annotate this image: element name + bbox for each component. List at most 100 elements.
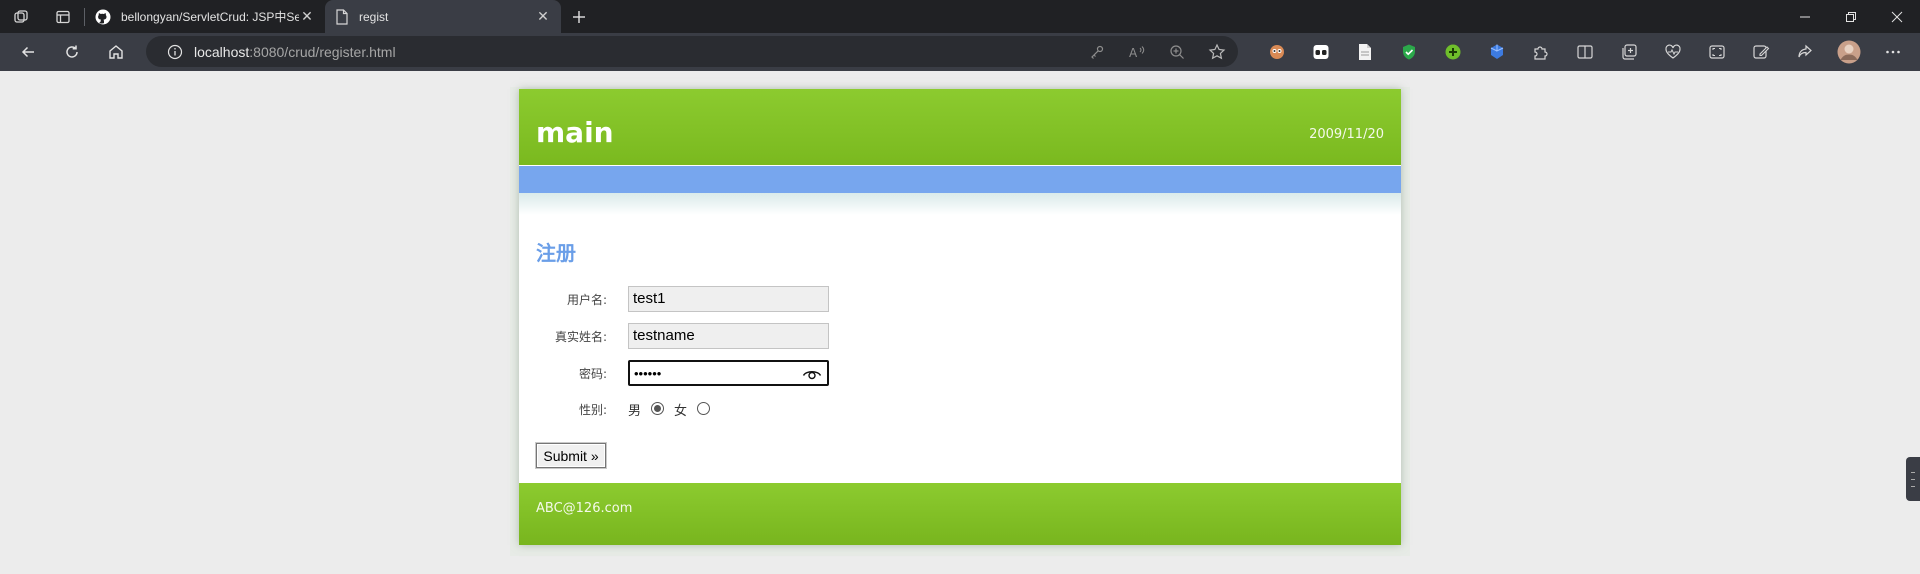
extension-face-icon [1270,45,1284,59]
close-icon[interactable]: ✕ [535,8,551,25]
extension-bar [1255,33,1915,71]
site-footer: ABC@126.com [519,483,1401,545]
tab-github[interactable]: bellongyan/ServletCrud: JSP中Se ✕ [85,0,325,33]
username-input[interactable]: test1 [628,286,829,312]
nav-bar [519,166,1401,193]
home-icon [109,45,123,59]
tab-regist[interactable]: regist ✕ [325,0,561,33]
workspaces-icon [14,9,28,23]
zoom-icon[interactable] [1168,43,1186,61]
workspaces-button[interactable] [0,0,42,33]
heart-pulse-icon [1665,44,1681,59]
realname-input[interactable]: testname [628,323,829,349]
profile-button[interactable] [1827,33,1871,71]
avatar [1837,40,1861,64]
address-bar[interactable]: localhost:8080/crud/register.html A [146,36,1238,67]
extension-plus-button[interactable] [1431,33,1475,71]
github-icon [95,9,111,24]
extension-glasses-button[interactable] [1299,33,1343,71]
site-info-button[interactable] [160,44,190,60]
window-controls [1782,0,1920,33]
gender-female-radio[interactable] [697,402,711,415]
url-path: :8080/crud/register.html [249,43,396,60]
side-panel-handle[interactable] [1906,457,1920,501]
username-label: 用户名: [566,293,607,307]
shield-check-icon [1403,44,1415,60]
password-label: 密码: [578,367,607,381]
refresh-button[interactable] [50,33,94,71]
tab-title: regist [359,9,389,24]
tab-actions-icon [56,10,70,23]
browser-essentials-button[interactable] [1651,33,1695,71]
site-title: main [536,116,614,149]
restore-button[interactable] [1828,0,1874,33]
password-row: 密码: •••••• [519,359,859,387]
submit-button[interactable]: Submit » [536,443,606,468]
browser-toolbar: localhost:8080/crud/register.html A [0,33,1920,71]
header-date: 2009/11/20 [1309,127,1384,142]
close-window-button[interactable] [1874,0,1920,33]
footer-email: ABC@126.com [536,501,633,516]
gender-label: 性别: [578,403,607,417]
content-container: main 2009/11/20 注册 用户名: test1 真实姓名: test… [519,89,1401,545]
close-icon[interactable]: ✕ [299,8,315,25]
home-button[interactable] [94,33,138,71]
form-title: 注册 [536,241,576,265]
web-capture-button[interactable] [1739,33,1783,71]
extensions-button[interactable] [1519,33,1563,71]
site-header: main 2009/11/20 [519,89,1401,165]
close-icon [1891,11,1903,22]
tab-title: bellongyan/ServletCrud: JSP中Se [121,10,299,24]
gender-female-label: 女 [674,404,688,419]
info-icon [167,44,183,59]
collections-button[interactable] [1607,33,1651,71]
username-row: 用户名: test1 [519,285,859,313]
extension-avatar-button[interactable] [1255,33,1299,71]
settings-menu-button[interactable] [1871,33,1915,71]
minimize-icon [1800,16,1810,17]
puzzle-icon [1534,46,1548,60]
gender-options: 男 女 [628,400,720,419]
split-screen-icon [1577,45,1593,59]
gender-male-label: 男 [628,404,642,419]
glasses-icon [1313,45,1329,59]
split-screen-button[interactable] [1563,33,1607,71]
share-icon [1798,44,1812,58]
password-value: •••••• [634,366,662,381]
share-button[interactable] [1783,33,1827,71]
more-dots-icon [1886,50,1900,54]
green-plus-icon [1445,44,1461,60]
screenshot-button[interactable] [1695,33,1739,71]
password-input[interactable]: •••••• [628,360,829,386]
restore-icon [1846,11,1856,22]
extension-shield-button[interactable] [1387,33,1431,71]
page-icon [336,8,348,25]
collections-icon [1622,44,1637,60]
url-text: localhost:8080/crud/register.html [194,44,396,60]
read-aloud-icon[interactable]: A [1128,43,1146,61]
arrow-left-icon [21,46,34,58]
tab-strip: bellongyan/ServletCrud: JSP中Se ✕ regist … [0,0,1920,33]
address-bar-actions: A [1088,36,1226,67]
blue-cube-icon [1490,44,1504,59]
key-icon[interactable] [1088,43,1106,61]
minimize-button[interactable] [1782,0,1828,33]
tab-actions-button[interactable] [42,0,84,33]
new-tab-button[interactable] [561,0,597,33]
plus-icon [573,10,585,23]
realname-label: 真实姓名: [554,330,607,344]
page-frame: main 2009/11/20 注册 用户名: test1 真实姓名: test… [510,87,1410,556]
favorite-star-icon[interactable] [1208,43,1226,61]
screenshot-icon [1709,45,1725,59]
extension-doc-button[interactable] [1343,33,1387,71]
edit-note-icon [1753,45,1770,59]
eye-icon[interactable] [802,365,822,381]
gender-male-radio[interactable] [651,402,665,415]
nav-shadow [519,193,1401,215]
gender-row: 性别: 男 女 [519,395,859,423]
extension-blue-button[interactable] [1475,33,1519,71]
refresh-icon [66,45,78,58]
back-button[interactable] [6,33,50,71]
svg-text:A: A [1129,46,1138,60]
url-host: localhost [194,43,250,60]
